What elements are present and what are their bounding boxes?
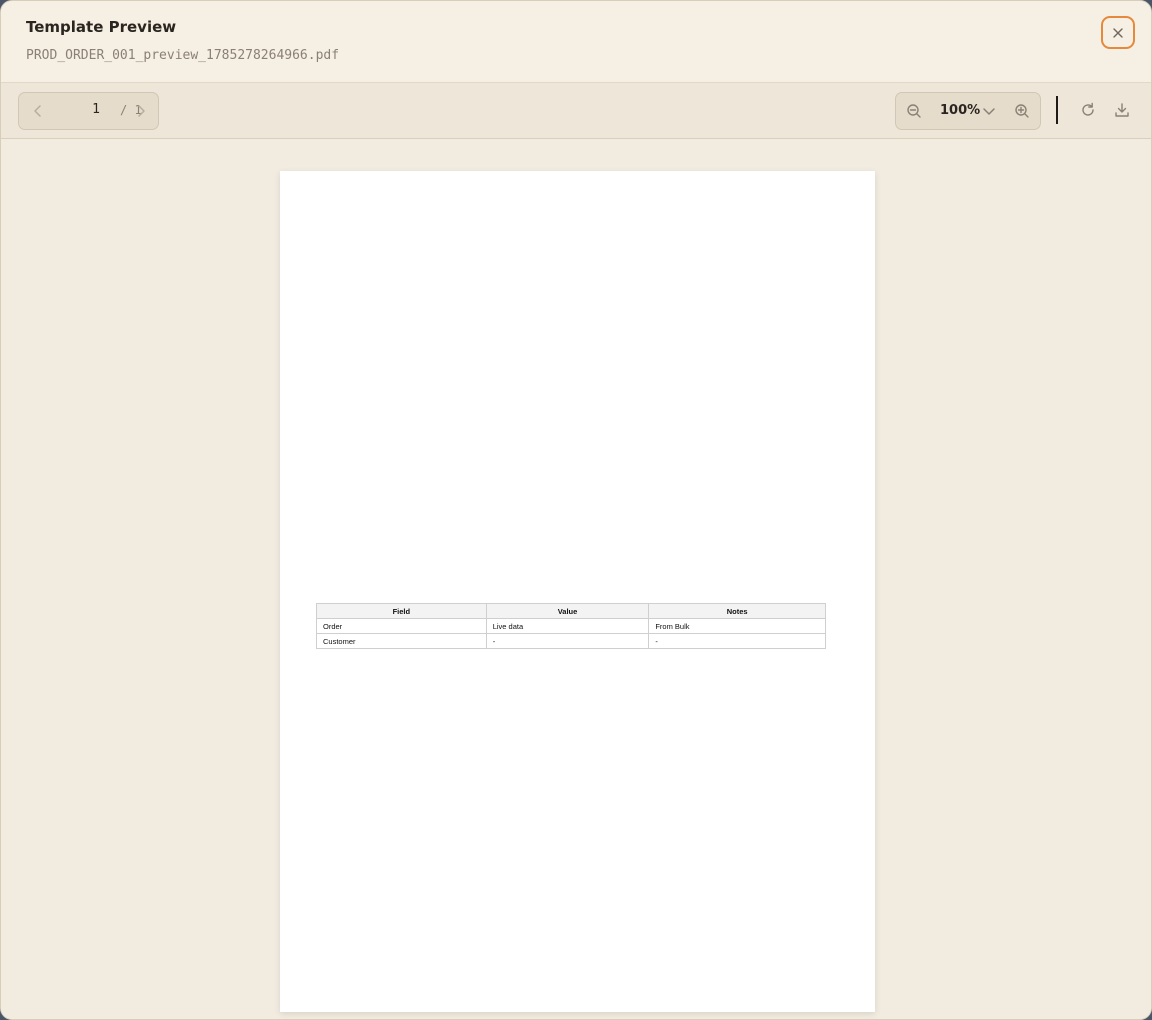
- rotate-button[interactable]: [1079, 101, 1097, 119]
- page-navigator: 1 / 1: [18, 92, 159, 130]
- table-cell: Customer: [316, 633, 487, 649]
- zoom-dropdown-button[interactable]: [980, 102, 998, 120]
- table-header-cell: Value: [485, 603, 650, 619]
- close-icon: [1113, 27, 1123, 38]
- zoom-controls: 100%: [895, 92, 1041, 130]
- document-table: Field Value Notes Order Live data From B…: [316, 603, 826, 649]
- file-name: PROD_ORDER_001_preview_1785278264966.pdf: [26, 48, 340, 63]
- rotate-icon: [1082, 102, 1094, 116]
- previous-page-button[interactable]: [29, 102, 47, 120]
- zoom-out-button[interactable]: [905, 102, 923, 120]
- table-cell: Live data: [485, 618, 650, 634]
- pdf-viewer[interactable]: Field Value Notes Order Live data From B…: [1, 139, 1151, 1019]
- table-row: Customer - -: [316, 633, 826, 649]
- toolbar-divider: [1056, 96, 1058, 124]
- table-cell: From Bulk: [648, 618, 826, 634]
- close-button[interactable]: [1101, 16, 1135, 49]
- dialog-title: Template Preview: [26, 18, 177, 36]
- zoom-in-button[interactable]: [1013, 102, 1031, 120]
- table-header-row: Field Value Notes: [316, 603, 826, 619]
- chevron-down-icon: [983, 108, 995, 115]
- table-cell: -: [485, 633, 650, 649]
- zoom-out-icon: [907, 104, 921, 118]
- table-header-cell: Notes: [648, 603, 826, 619]
- dialog-header: Template Preview PROD_ORDER_001_preview_…: [1, 1, 1151, 83]
- table-header-cell: Field: [316, 603, 487, 619]
- table-row: Order Live data From Bulk: [316, 618, 826, 634]
- chevron-right-icon: [138, 105, 145, 117]
- download-button[interactable]: [1113, 101, 1131, 119]
- chevron-left-icon: [34, 105, 41, 117]
- table-cell: Order: [316, 618, 487, 634]
- zoom-level[interactable]: 100%: [940, 103, 980, 118]
- next-page-button[interactable]: [132, 102, 150, 120]
- zoom-in-icon: [1015, 104, 1029, 118]
- table-cell: -: [648, 633, 826, 649]
- pdf-toolbar: 1 / 1 100%: [1, 83, 1151, 139]
- download-icon: [1115, 103, 1129, 117]
- template-preview-dialog: Template Preview PROD_ORDER_001_preview_…: [0, 0, 1152, 1020]
- pdf-page: Field Value Notes Order Live data From B…: [280, 171, 875, 1012]
- page-number-input[interactable]: 1: [79, 102, 113, 122]
